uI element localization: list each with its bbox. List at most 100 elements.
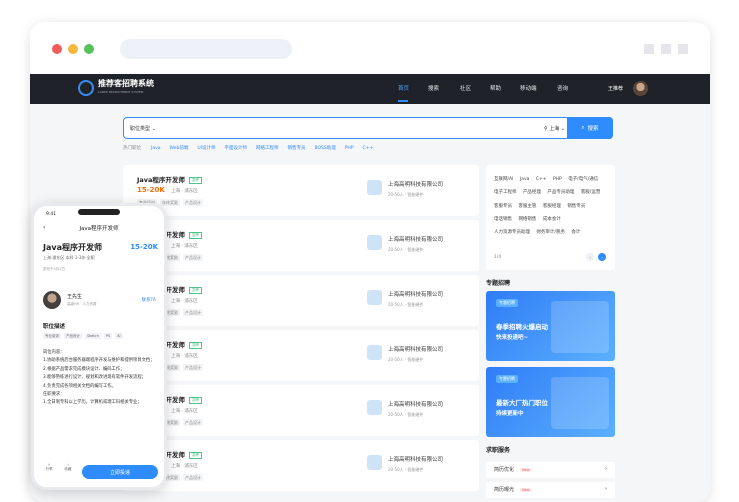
- category-tag[interactable]: 产品经理: [523, 190, 541, 195]
- job-type-select[interactable]: 职位类型 ⌄: [130, 125, 156, 132]
- category-tag[interactable]: 销售专员: [567, 204, 585, 209]
- mobile-header: Java程序开发师: [79, 226, 119, 232]
- job-title[interactable]: Java程序开发师急聘: [137, 174, 202, 184]
- window-control-icon[interactable]: [678, 44, 688, 54]
- category-tag[interactable]: 成本会计: [543, 217, 561, 222]
- banner-tag: 专题招聘: [496, 299, 518, 307]
- category-tag[interactable]: 客服专员: [494, 204, 512, 209]
- company-name[interactable]: 上海高明科技有限公司: [388, 455, 443, 463]
- job-card[interactable]: Java程序开发师急聘 15-20K 上海 · 浦东区 专业培训年终奖励产品设计…: [123, 275, 479, 326]
- job-tag: 产品设计: [183, 309, 203, 316]
- hot-job-link[interactable]: UI设计师: [197, 146, 215, 151]
- next-page-icon[interactable]: ›: [598, 253, 606, 261]
- category-tag[interactable]: 电子/电气/通信: [568, 177, 598, 182]
- job-card[interactable]: Java程序开发师急聘 15-20K 上海 · 浦东区 专业培训年终奖励产品设计…: [123, 220, 479, 271]
- user-avatar[interactable]: [633, 81, 648, 96]
- skill-tag: 产品设计: [64, 333, 82, 339]
- special-banner[interactable]: 专题招聘 最新大厂热门职位 持续更新中: [486, 367, 615, 437]
- service-label: 简历曝光: [494, 487, 515, 493]
- category-tag[interactable]: 产品专员助理: [547, 190, 574, 195]
- close-dot-icon[interactable]: [52, 44, 62, 54]
- app-title: 推荐客招聘系统: [98, 79, 154, 88]
- hot-job-link[interactable]: 网络工程师: [256, 146, 279, 151]
- special-banner[interactable]: 专题招聘 春季招聘火爆启动 快来投递吧~: [486, 291, 615, 361]
- hot-jobs: 热门职位 Java Web前端 UI设计师 平面设计师 网络工程师 销售专员 BOSS助理 PH…: [123, 145, 382, 151]
- company-name[interactable]: 上海高明科技有限公司: [388, 235, 443, 243]
- job-card[interactable]: Java程序开发师急聘 15-20K 上海 · 浦东区 专业培训年终奖励产品设计…: [123, 330, 479, 381]
- service-item[interactable]: 简历曝光 New ›: [486, 482, 615, 498]
- window-control-icon[interactable]: [644, 44, 654, 54]
- category-tag[interactable]: 客服主管: [518, 204, 536, 209]
- category-tag[interactable]: 人力资源专员助理: [494, 230, 530, 235]
- hot-job-link[interactable]: Java: [151, 146, 161, 151]
- share-button[interactable]: ⇪ 分享: [42, 463, 56, 472]
- service-item[interactable]: 简历优化 New ›: [486, 462, 615, 478]
- nav-active-indicator: [398, 100, 408, 102]
- mobile-posted: 发布于4月1日: [43, 267, 65, 271]
- mobile-bottom-bar: ⇪ 分享 ☆ 收藏 立即投递: [34, 459, 164, 487]
- minimize-dot-icon[interactable]: [68, 44, 78, 54]
- share-label: 分享: [45, 467, 53, 471]
- hot-job-link[interactable]: PHP: [345, 146, 354, 151]
- category-tag[interactable]: 电话销售: [494, 217, 512, 222]
- apply-button[interactable]: 立即投递: [82, 465, 158, 479]
- job-card[interactable]: Java程序开发师急聘 15-20K 上海 · 浦东区 专业培训年终奖励产品设计…: [123, 440, 479, 491]
- category-tag[interactable]: 财务审计/税务: [536, 230, 565, 235]
- company-name[interactable]: 上海高明科技有限公司: [388, 400, 443, 408]
- service-title: 求职服务: [486, 447, 511, 454]
- job-location: 上海 · 浦东区: [171, 189, 198, 194]
- browser-chrome: [30, 22, 710, 74]
- banner-line2: 快来投递吧~: [496, 335, 529, 341]
- address-bar[interactable]: [120, 39, 292, 59]
- search-button[interactable]: ⌕ 搜索: [567, 117, 613, 139]
- hot-job-link[interactable]: BOSS助理: [314, 146, 335, 151]
- company-name[interactable]: 上海高明科技有限公司: [388, 345, 443, 353]
- prev-page-icon[interactable]: ‹: [586, 253, 594, 261]
- category-tag[interactable]: C++: [536, 177, 547, 182]
- hot-job-link[interactable]: Web前端: [170, 146, 189, 151]
- nav-help[interactable]: 帮助: [490, 84, 501, 92]
- banner-line1: 春季招聘火爆启动: [496, 323, 548, 331]
- job-location: 上海 · 浦东区: [171, 464, 198, 469]
- company-logo-icon: [367, 235, 382, 250]
- job-location: 上海 · 浦东区: [171, 244, 198, 249]
- nav-home[interactable]: 首页: [398, 84, 409, 92]
- recruiter-role: 高级HR · 人力资源: [67, 302, 97, 306]
- user-name[interactable]: 王推荐: [608, 85, 623, 92]
- nav-community[interactable]: 社区: [460, 84, 471, 92]
- category-tag[interactable]: 客服经理: [543, 204, 561, 209]
- contact-button[interactable]: 联系TA: [142, 297, 156, 303]
- category-tag[interactable]: PHP: [553, 177, 562, 182]
- job-tag: 年终奖励: [160, 199, 180, 206]
- nav-consult[interactable]: 咨询: [557, 84, 568, 92]
- job-card[interactable]: Java程序开发师急聘 15-20K 上海 · 浦东区 专业培训年终奖励产品设计…: [123, 385, 479, 436]
- nav-search[interactable]: 搜索: [428, 84, 439, 92]
- category-tag[interactable]: 会计: [571, 230, 580, 235]
- collect-button[interactable]: ☆ 收藏: [61, 463, 75, 472]
- category-tag[interactable]: Java: [520, 177, 530, 182]
- window-control-icon[interactable]: [661, 44, 671, 54]
- company-name[interactable]: 上海高明科技有限公司: [388, 290, 443, 298]
- status-time: 9:41: [46, 212, 57, 217]
- location-select[interactable]: ⚲ 上海 ⌄: [544, 125, 565, 132]
- category-tag[interactable]: 电子工程师: [494, 190, 517, 195]
- maximize-dot-icon[interactable]: [84, 44, 94, 54]
- top-nav: 推荐客招聘系统 LANKE RECRUITMENT SYSTEM 首页 搜索 社…: [30, 74, 710, 104]
- company-name[interactable]: 上海高明科技有限公司: [388, 180, 443, 188]
- search-bar[interactable]: 职位类型 ⌄ ⚲ 上海 ⌄ ⌕ 搜索: [123, 117, 613, 139]
- hot-job-link[interactable]: C++: [363, 146, 374, 151]
- category-tag[interactable]: 互联网/AI: [494, 177, 513, 182]
- category-tag[interactable]: 网络销售: [518, 217, 536, 222]
- banner-line1: 最新大厂热门职位: [496, 399, 548, 407]
- nav-mobile[interactable]: 移动端: [520, 84, 537, 92]
- job-location: 上海 · 浦东区: [171, 354, 198, 359]
- category-tag[interactable]: 客服/运营: [581, 190, 601, 195]
- urgent-badge: 急聘: [188, 396, 202, 404]
- job-tag: 产品设计: [183, 254, 203, 261]
- company-meta: 20-50人 · 智能硬件: [388, 302, 424, 307]
- logo-icon: [78, 80, 94, 96]
- hot-job-link[interactable]: 销售专员: [287, 146, 305, 151]
- skill-tag: AI: [115, 333, 123, 339]
- hot-job-link[interactable]: 平面设计师: [224, 146, 247, 151]
- job-card[interactable]: Java程序开发师急聘 15-20K 上海 · 浦东区 专业培训年终奖励产品设计…: [123, 165, 479, 216]
